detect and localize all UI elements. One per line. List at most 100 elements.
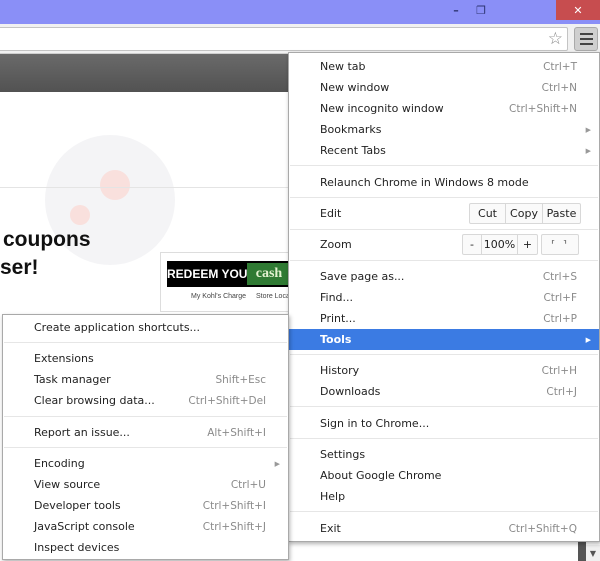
menu-separator <box>4 447 287 448</box>
menu-separator <box>290 406 598 407</box>
submenu-item-extensions[interactable]: Extensions <box>3 348 288 369</box>
menu-item-label: Find... <box>320 291 354 304</box>
menu-item-label: Inspect devices <box>34 541 120 554</box>
submenu-arrow-icon: ▶ <box>585 146 591 155</box>
menu-item-label: Save page as... <box>320 270 405 283</box>
address-bar[interactable]: ☆ <box>0 27 568 51</box>
menu-item-label: Clear browsing data... <box>34 394 155 407</box>
menu-item-label: New incognito window <box>320 102 444 115</box>
fullscreen-button[interactable]: ⸢ ⸣ <box>541 234 579 255</box>
menu-item-recent-tabs[interactable]: Recent Tabs ▶ <box>289 140 599 161</box>
page-header-bar <box>0 54 290 92</box>
watermark-dot <box>100 170 130 200</box>
chrome-menu-button[interactable] <box>574 27 598 51</box>
window-titlebar: – ❐ ✕ <box>0 0 600 24</box>
menu-item-exit[interactable]: Exit Ctrl+Shift+Q <box>289 518 599 539</box>
menu-item-new-tab[interactable]: New tab Ctrl+T <box>289 56 599 77</box>
shortcut: Ctrl+T <box>543 60 577 73</box>
minimize-icon: – <box>453 3 459 17</box>
menu-separator <box>290 354 598 355</box>
scrollbar-thumb[interactable] <box>578 540 586 561</box>
menu-item-label: Create application shortcuts... <box>34 321 201 334</box>
minimize-button[interactable]: – <box>445 0 467 20</box>
headline-line-1: coupons <box>3 228 91 251</box>
close-button[interactable]: ✕ <box>556 0 600 20</box>
copy-button[interactable]: Copy <box>506 204 543 223</box>
menu-item-sign-in[interactable]: Sign in to Chrome... <box>289 413 599 434</box>
submenu-item-developer-tools[interactable]: Developer tools Ctrl+Shift+I <box>3 495 288 516</box>
shortcut: Ctrl+Shift+Del <box>188 394 266 407</box>
bookmark-star-icon[interactable]: ☆ <box>548 29 563 49</box>
menu-item-label: Relaunch Chrome in Windows 8 mode <box>320 176 529 189</box>
menu-item-new-incognito-window[interactable]: New incognito window Ctrl+Shift+N <box>289 98 599 119</box>
ad-banner-text: REDEEM YOUR <box>167 267 257 281</box>
zoom-in-button[interactable]: + <box>518 235 537 254</box>
menu-item-label: Extensions <box>34 352 94 365</box>
browser-toolbar: ☆ <box>0 24 600 54</box>
hamburger-icon-line <box>579 33 593 35</box>
menu-item-about[interactable]: About Google Chrome <box>289 465 599 486</box>
shortcut: Ctrl+Shift+I <box>202 499 266 512</box>
menu-item-label: Exit <box>320 522 341 535</box>
menu-item-relaunch-win8[interactable]: Relaunch Chrome in Windows 8 mode <box>289 172 599 193</box>
close-icon: ✕ <box>573 3 583 17</box>
shortcut: Ctrl+S <box>542 270 577 283</box>
menu-item-downloads[interactable]: Downloads Ctrl+J <box>289 381 599 402</box>
menu-item-history[interactable]: History Ctrl+H <box>289 360 599 381</box>
submenu-item-task-manager[interactable]: Task manager Shift+Esc <box>3 369 288 390</box>
submenu-arrow-icon: ▶ <box>274 459 280 468</box>
ad-banner: REDEEM YOUR cash <box>167 261 291 287</box>
submenu-item-encoding[interactable]: Encoding ▶ <box>3 453 288 474</box>
kohls-ad[interactable]: REDEEM YOUR cash My Kohl's Charge Store … <box>160 252 291 312</box>
shortcut: Ctrl+H <box>541 364 577 377</box>
edit-button-group: Cut Copy Paste <box>469 203 581 224</box>
hamburger-icon-line <box>579 43 593 45</box>
menu-item-label: Edit <box>320 207 342 220</box>
menu-item-tools[interactable]: Tools ▶ <box>289 329 599 350</box>
submenu-item-javascript-console[interactable]: JavaScript console Ctrl+Shift+J <box>3 516 288 537</box>
headline-line-2: ser! <box>0 256 39 279</box>
ad-link[interactable]: Store Loca <box>256 293 290 300</box>
shortcut: Ctrl+Shift+Q <box>508 522 577 535</box>
menu-item-label: Developer tools <box>34 499 121 512</box>
menu-item-settings[interactable]: Settings <box>289 444 599 465</box>
menu-item-label: Downloads <box>320 385 381 398</box>
submenu-item-inspect-devices[interactable]: Inspect devices <box>3 537 288 558</box>
submenu-item-report-issue[interactable]: Report an issue... Alt+Shift+I <box>3 422 288 443</box>
shortcut: Shift+Esc <box>215 373 266 386</box>
submenu-item-view-source[interactable]: View source Ctrl+U <box>3 474 288 495</box>
menu-item-label: History <box>320 364 360 377</box>
menu-item-label: Encoding <box>34 457 85 470</box>
cut-button[interactable]: Cut <box>470 204 506 223</box>
menu-item-label: Help <box>320 490 346 503</box>
watermark-dot <box>70 205 90 225</box>
menu-item-label: Zoom <box>320 238 352 251</box>
menu-item-print[interactable]: Print... Ctrl+P <box>289 308 599 329</box>
menu-item-help[interactable]: Help <box>289 486 599 507</box>
maximize-button[interactable]: ❐ <box>470 0 492 20</box>
menu-item-bookmarks[interactable]: Bookmarks ▶ <box>289 119 599 140</box>
menu-separator <box>290 165 598 166</box>
menu-item-label: New window <box>320 81 390 94</box>
shortcut: Ctrl+F <box>543 291 577 304</box>
shortcut: Ctrl+N <box>541 81 577 94</box>
menu-item-label: JavaScript console <box>34 520 135 533</box>
submenu-item-create-shortcuts[interactable]: Create application shortcuts... <box>3 317 288 338</box>
menu-item-new-window[interactable]: New window Ctrl+N <box>289 77 599 98</box>
zoom-out-button[interactable]: - <box>463 235 482 254</box>
menu-item-label: New tab <box>320 60 366 73</box>
submenu-item-clear-browsing-data[interactable]: Clear browsing data... Ctrl+Shift+Del <box>3 390 288 411</box>
menu-item-find[interactable]: Find... Ctrl+F <box>289 287 599 308</box>
zoom-button-group: - 100% + <box>462 234 538 255</box>
menu-item-label: About Google Chrome <box>320 469 442 482</box>
paste-button[interactable]: Paste <box>543 204 580 223</box>
scroll-down-arrow[interactable]: ▼ <box>586 545 600 561</box>
menu-item-label: View source <box>34 478 101 491</box>
ad-link[interactable]: My Kohl's Charge <box>191 293 246 300</box>
page-headline: coupons ser! <box>0 226 91 282</box>
menu-item-save-page[interactable]: Save page as... Ctrl+S <box>289 266 599 287</box>
menu-separator <box>290 197 598 198</box>
restore-icon: ❐ <box>476 3 486 17</box>
menu-item-label: Print... <box>320 312 356 325</box>
menu-separator <box>290 511 598 512</box>
